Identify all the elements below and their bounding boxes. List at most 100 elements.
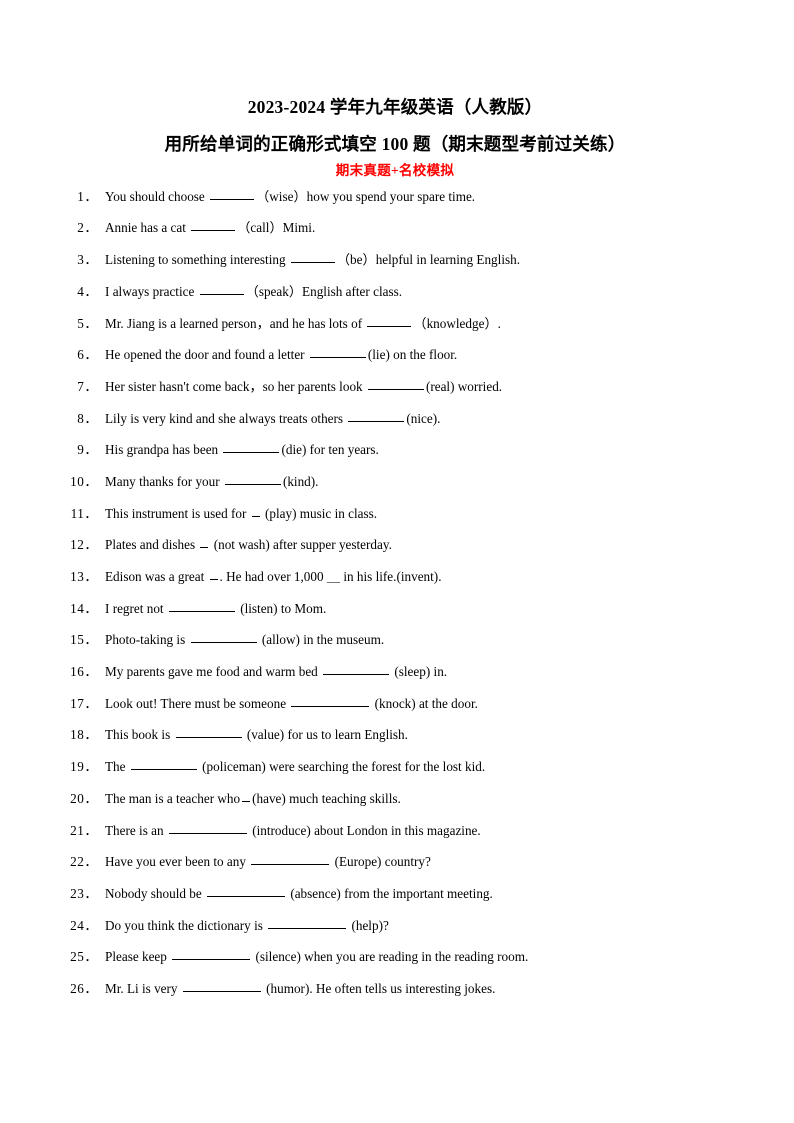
answer-blank[interactable] (223, 452, 280, 454)
answer-blank[interactable] (291, 705, 370, 707)
answer-blank[interactable] (168, 832, 247, 834)
question-text-before-blank: Listening to something interesting (105, 252, 289, 268)
question-text-before-blank: The man is a teacher who (105, 790, 241, 806)
answer-blank[interactable] (207, 895, 286, 897)
question-item: 2． Annie has a cat （call）Mimi. (68, 221, 722, 253)
question-text-after-blank: (kind). (282, 473, 319, 489)
question-text: Her sister hasn't come back，so her paren… (105, 380, 502, 393)
document-page: 2023-2024 学年九年级英语（人教版） 用所给单词的正确形式填空 100 … (0, 0, 794, 1123)
question-text-after-blank: (listen) to Mom. (236, 600, 327, 616)
answer-blank[interactable] (224, 483, 281, 485)
question-text-after-blank: (real) worried. (425, 378, 503, 394)
answer-blank[interactable] (309, 357, 366, 359)
question-text-after-blank: （wise）how you spend your spare time. (256, 188, 476, 204)
question-item: 24． Do you think the dictionary is (help)… (68, 917, 722, 951)
question-item: 26． Mr. Li is very (humor). He often tell… (68, 982, 722, 1014)
question-text: The (policeman) were searching the fores… (105, 760, 485, 773)
question-item: 7． Her sister hasn't come back，so her par… (68, 380, 722, 412)
question-item: 5． Mr. Jiang is a learned person，and he h… (68, 315, 722, 349)
question-text: Plates and dishes (not wash) after suppe… (105, 538, 392, 551)
question-item: 9． His grandpa has been (die) for ten yea… (68, 443, 722, 475)
question-item: 23． Nobody should be (absence) from the i… (68, 887, 722, 919)
question-text: My parents gave me food and warm bed (sl… (105, 665, 447, 678)
question-text: Edison was a great . He had over 1,000 ＿… (105, 570, 442, 583)
answer-blank[interactable] (367, 388, 424, 390)
question-text-after-blank: (nice). (406, 410, 441, 426)
question-number: 12． (70, 537, 98, 553)
answer-blank[interactable] (348, 420, 405, 422)
answer-blank[interactable] (290, 262, 335, 264)
answer-blank[interactable] (130, 769, 197, 771)
question-text: Listening to something interesting （be）h… (105, 253, 520, 266)
answer-blank[interactable] (175, 737, 242, 739)
question-text-before-blank: I regret not (105, 600, 167, 616)
question-text-after-blank: （be）helpful in learning English. (336, 252, 520, 268)
question-text-after-blank: (die) for ten years. (281, 442, 379, 458)
question-text: Annie has a cat （call）Mimi. (105, 221, 315, 234)
answer-blank[interactable] (323, 674, 390, 676)
question-number: 24． (70, 917, 98, 933)
title-block: 2023-2024 学年九年级英语（人教版） 用所给单词的正确形式填空 100 … (68, 96, 722, 180)
question-number: 22． (70, 854, 98, 870)
question-text-after-blank: （knowledge）. (413, 315, 501, 331)
question-text-after-blank: (humor). He often tells us interesting j… (262, 980, 496, 996)
question-item: 13． Edison was a great . He had over 1,00… (68, 570, 722, 602)
answer-blank[interactable] (210, 198, 255, 200)
question-number: 1． (77, 188, 98, 204)
question-number: 3． (77, 252, 98, 268)
question-text-before-blank: He opened the door and found a letter (105, 347, 308, 363)
question-text-after-blank: (sleep) in. (391, 664, 448, 680)
answer-blank[interactable] (209, 579, 218, 581)
answer-blank[interactable] (242, 800, 251, 802)
question-item: 22． Have you ever been to any (Europe) co… (68, 855, 722, 887)
question-text-before-blank: Do you think the dictionary is (105, 917, 267, 933)
question-item: 19． The (policeman) were searching the fo… (68, 760, 722, 792)
answer-blank[interactable] (168, 610, 235, 612)
answer-blank[interactable] (182, 990, 261, 992)
question-text: You should choose （wise）how you spend yo… (105, 190, 475, 203)
question-number: 9． (77, 442, 98, 458)
question-text: There is an (introduce) about London in … (105, 823, 481, 837)
question-text-before-blank: Mr. Jiang is a learned person，and he has… (105, 315, 366, 331)
question-text: Please keep (silence) when you are readi… (105, 950, 528, 963)
question-text-before-blank: Lily is very kind and she always treats … (105, 410, 347, 426)
question-text-after-blank: (Europe) country? (331, 854, 431, 870)
answer-blank[interactable] (251, 515, 260, 517)
answer-blank[interactable] (199, 293, 244, 295)
question-number: 20． (70, 790, 98, 806)
question-text: I regret not (listen) to Mom. (105, 602, 326, 615)
answer-blank[interactable] (172, 959, 251, 961)
question-text-before-blank: You should choose (105, 188, 209, 204)
question-text-after-blank: (absence) from the important meeting. (287, 885, 493, 901)
question-text-after-blank: （call）Mimi. (237, 220, 316, 236)
answer-blank[interactable] (251, 864, 330, 866)
question-text-before-blank: Plates and dishes (105, 537, 199, 553)
question-number: 25． (70, 949, 98, 965)
question-text-after-blank: (allow) in the museum. (258, 632, 385, 648)
answer-blank[interactable] (200, 547, 209, 549)
question-text-before-blank: Her sister hasn't come back，so her paren… (105, 378, 366, 394)
question-text: Lily is very kind and she always treats … (105, 412, 440, 425)
answer-blank[interactable] (191, 230, 236, 232)
question-number: 17． (70, 695, 98, 711)
question-number: 11． (70, 505, 98, 521)
question-item: 17． Look out! There must be someone (knoc… (68, 697, 722, 729)
question-text-before-blank: Please keep (105, 949, 171, 965)
page-title: 2023-2024 学年九年级英语（人教版） (247, 97, 543, 117)
answer-blank[interactable] (190, 642, 257, 644)
question-text-before-blank: Many thanks for your (105, 473, 223, 489)
question-text-after-blank: (not wash) after supper yesterday. (210, 537, 392, 553)
question-item: 8． Lily is very kind and she always treat… (68, 410, 722, 444)
question-number: 14． (70, 600, 98, 616)
question-item: 11． This instrument is used for (play) mu… (68, 505, 722, 539)
question-number: 8． (77, 410, 98, 426)
question-item: 3． Listening to something interesting （be… (68, 253, 722, 285)
answer-blank[interactable] (268, 927, 347, 929)
page-tagline: 期末真题+名校模拟 (335, 163, 455, 179)
question-text: His grandpa has been (die) for ten years… (105, 443, 379, 456)
question-text-after-blank: (have) much teaching skills. (252, 790, 401, 806)
question-text-before-blank: Mr. Li is very (105, 980, 181, 996)
answer-blank[interactable] (367, 325, 412, 327)
question-number: 19． (70, 759, 98, 775)
question-text: Photo-taking is (allow) in the museum. (105, 633, 384, 646)
